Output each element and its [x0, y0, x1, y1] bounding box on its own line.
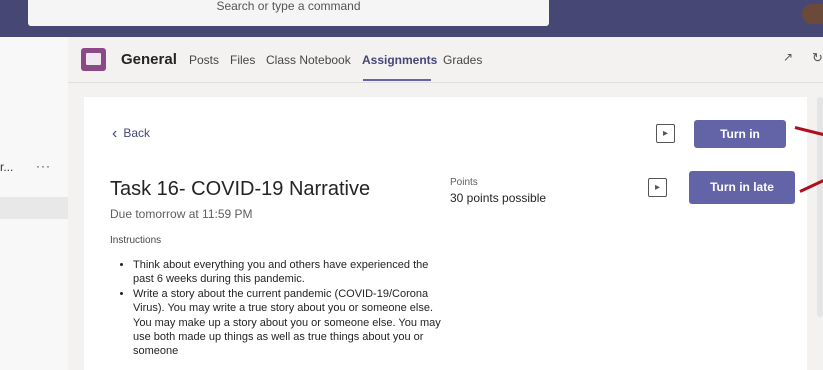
due-date: Due tomorrow at 11:59 PM: [110, 207, 253, 221]
points-label: Points: [450, 177, 478, 188]
instructions-list: Think about everything you and others ha…: [113, 258, 443, 359]
selected-channel-row[interactable]: [0, 197, 68, 219]
turn-in-button[interactable]: Turn in: [694, 120, 786, 148]
avatar[interactable]: [802, 4, 823, 24]
back-label: Back: [123, 126, 151, 140]
turn-in-late-button[interactable]: Turn in late: [689, 171, 795, 204]
tab-grades[interactable]: Grades: [443, 53, 482, 67]
back-button[interactable]: ‹ Back: [112, 125, 150, 143]
list-item: Write a story about the current pandemic…: [133, 287, 443, 359]
tab-assignments[interactable]: Assignments: [362, 53, 437, 67]
immersive-reader-icon[interactable]: ▸: [656, 124, 675, 143]
immersive-reader-icon[interactable]: ▸: [648, 178, 667, 197]
assignment-title: Task 16- COVID-19 Narrative: [110, 178, 371, 200]
team-icon: [81, 48, 106, 71]
chevron-left-icon: ‹: [112, 125, 118, 142]
search-placeholder: Search or type a command: [216, 0, 361, 13]
tab-posts[interactable]: Posts: [189, 53, 219, 67]
refresh-icon[interactable]: ↻: [812, 50, 823, 66]
channel-list-item[interactable]: r...: [0, 160, 13, 174]
top-bar: , y Search or type a command: [0, 0, 823, 37]
points-value: 30 points possible: [450, 191, 547, 205]
scrollbar[interactable]: [817, 97, 823, 317]
channel-name: General: [121, 51, 177, 68]
instructions-label: Instructions: [110, 235, 162, 246]
list-item: Think about everything you and others ha…: [133, 258, 443, 287]
tab-class-notebook[interactable]: Class Notebook: [266, 53, 351, 67]
active-tab-indicator: [363, 79, 431, 81]
more-options-icon[interactable]: ···: [36, 159, 51, 173]
tab-files[interactable]: Files: [230, 53, 255, 67]
expand-icon[interactable]: ↗: [783, 50, 793, 64]
search-input[interactable]: Search or type a command: [28, 0, 549, 26]
